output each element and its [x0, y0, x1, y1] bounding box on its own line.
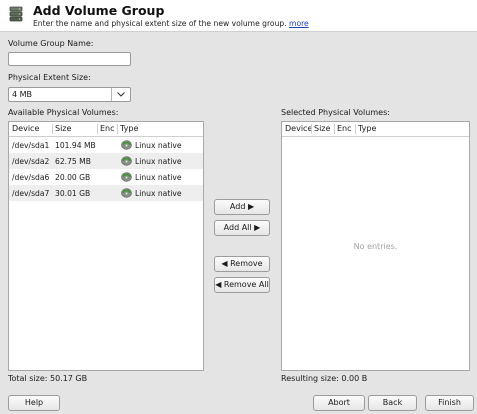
extent-size-label: Physical Extent Size: — [8, 73, 91, 82]
row-type: Linux native — [135, 189, 182, 198]
help-button[interactable]: Help — [8, 395, 60, 411]
add-all-button[interactable]: Add All ▶ — [214, 220, 270, 236]
empty-placeholder: No entries. — [353, 242, 398, 251]
col-enc[interactable]: Enc — [337, 124, 352, 133]
abort-button[interactable]: Abort — [313, 395, 365, 411]
row-device: /dev/sda6 — [12, 173, 50, 182]
more-link[interactable]: more — [289, 19, 309, 28]
volume-group-icon — [9, 6, 23, 22]
vg-name-label: Volume Group Name: — [8, 39, 94, 48]
chevron-down-icon[interactable] — [111, 88, 130, 101]
row-size: 101.94 MB — [55, 141, 96, 150]
selected-pv-label: Selected Physical Volumes: — [281, 108, 390, 117]
table-row[interactable]: /dev/sda2 62.75 MB Linux native — [9, 153, 203, 169]
col-device[interactable]: Device — [12, 124, 39, 133]
total-size-label: Total size: 50.17 GB — [8, 374, 88, 383]
available-pv-label: Available Physical Volumes: — [8, 108, 119, 117]
finish-button[interactable]: Finish — [425, 395, 474, 411]
selected-table-header: Device Size Enc Type — [282, 122, 469, 137]
selected-pv-table[interactable]: Device Size Enc Type No entries. — [281, 121, 470, 371]
row-size: 30.01 GB — [55, 189, 91, 198]
row-type: Linux native — [135, 173, 182, 182]
col-type[interactable]: Type — [358, 124, 376, 133]
back-button[interactable]: Back — [368, 395, 417, 411]
row-device: /dev/sda7 — [12, 189, 50, 198]
table-row[interactable]: /dev/sda1 101.94 MB Linux native — [9, 137, 203, 153]
col-size[interactable]: Size — [314, 124, 330, 133]
extent-size-value: 4 MB — [12, 90, 33, 99]
resulting-size-label: Resulting size: 0.00 B — [281, 374, 368, 383]
page-title: Add Volume Group — [33, 3, 165, 18]
row-type: Linux native — [135, 141, 182, 150]
remove-button[interactable]: ◀ Remove — [214, 256, 270, 272]
add-button[interactable]: Add ▶ — [214, 199, 270, 215]
col-size[interactable]: Size — [55, 124, 71, 133]
extent-size-select[interactable]: 4 MB — [8, 87, 131, 102]
table-row[interactable]: /dev/sda6 20.00 GB Linux native — [9, 169, 203, 185]
table-row[interactable]: /dev/sda7 30.01 GB Linux native — [9, 185, 203, 201]
available-pv-table[interactable]: Device Size Enc Type /dev/sda1 101.94 MB… — [8, 121, 204, 371]
col-enc[interactable]: Enc — [100, 124, 115, 133]
remove-all-button[interactable]: ◀ Remove All — [214, 277, 270, 293]
disk-icon — [121, 156, 132, 166]
col-device[interactable]: Device — [285, 124, 312, 133]
row-size: 62.75 MB — [55, 157, 91, 166]
available-table-header: Device Size Enc Type — [9, 122, 203, 137]
col-type[interactable]: Type — [120, 124, 138, 133]
subtitle-text: Enter the name and physical extent size … — [33, 19, 287, 28]
row-size: 20.00 GB — [55, 173, 91, 182]
row-device: /dev/sda2 — [12, 157, 50, 166]
disk-icon — [121, 188, 132, 198]
page-subtitle: Enter the name and physical extent size … — [33, 19, 309, 28]
disk-icon — [121, 172, 132, 182]
row-device: /dev/sda1 — [12, 141, 50, 150]
vg-name-input[interactable] — [8, 52, 131, 66]
disk-icon — [121, 140, 132, 150]
row-type: Linux native — [135, 157, 182, 166]
dialog-header: Add Volume Group Enter the name and phys… — [0, 0, 477, 32]
